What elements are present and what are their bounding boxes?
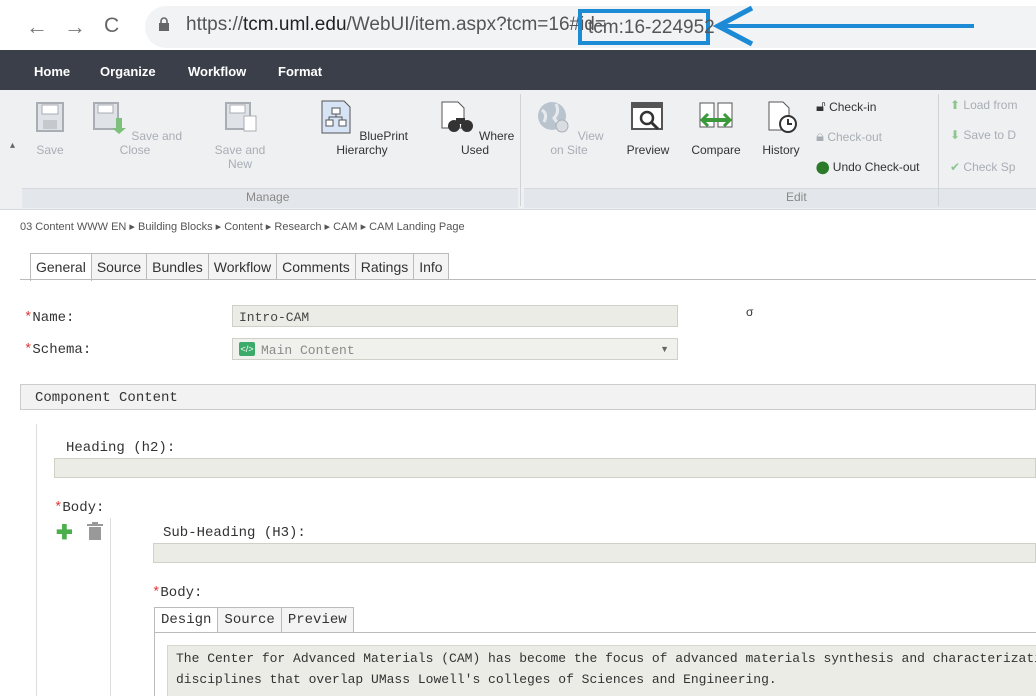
section-title: Component Content bbox=[35, 390, 178, 406]
edit-group-label: Edit bbox=[786, 190, 807, 204]
save-button[interactable]: Save bbox=[30, 100, 70, 157]
check-in-label: Check-in bbox=[829, 100, 877, 114]
save-close-button[interactable]: Save and Close bbox=[80, 100, 190, 157]
tab-workflow[interactable]: Workflow bbox=[188, 64, 246, 79]
tab-info[interactable]: Info bbox=[413, 253, 449, 280]
tab-home[interactable]: Home bbox=[34, 64, 70, 79]
name-field[interactable]: Intro-CAM bbox=[232, 305, 678, 327]
undo-check-out-label: Undo Check-out bbox=[832, 160, 920, 174]
schema-value: Main Content bbox=[261, 343, 355, 358]
tab-organize[interactable]: Organize bbox=[100, 64, 156, 79]
trash-icon[interactable] bbox=[87, 522, 103, 540]
lock-icon bbox=[159, 17, 169, 31]
form-tab-bar: General Source Bundles Workflow Comments… bbox=[30, 253, 449, 281]
manage-group-label: Manage bbox=[246, 190, 290, 204]
tab-editor-preview[interactable]: Preview bbox=[280, 607, 354, 633]
check-out-label: Check-out bbox=[827, 130, 883, 144]
check-spelling-button[interactable]: ✔ Check Sp bbox=[950, 160, 1015, 174]
check-out-button[interactable]: 🔒︎ Check-out bbox=[816, 128, 882, 145]
save-new-button[interactable]: Save and New bbox=[205, 100, 275, 171]
history-icon bbox=[768, 101, 797, 133]
undo-check-out-icon: ⬤ bbox=[816, 160, 830, 174]
schema-select[interactable]: </> Main Content ▼ bbox=[232, 338, 678, 360]
compare-icon bbox=[699, 102, 733, 128]
check-spelling-label: Check Sp bbox=[963, 160, 1016, 174]
preview-label: Preview bbox=[626, 143, 670, 157]
subheading-label: Sub-Heading (H3): bbox=[163, 525, 306, 541]
edit-group-bar bbox=[524, 188, 1036, 208]
rich-text-editor: The Center for Advanced Materials (CAM) … bbox=[154, 632, 1036, 696]
editor-content-area[interactable]: The Center for Advanced Materials (CAM) … bbox=[167, 645, 1036, 696]
lock-icon: 🔒︎ bbox=[816, 128, 824, 145]
tab-bundles[interactable]: Bundles bbox=[146, 253, 209, 280]
reload-icon[interactable]: C bbox=[104, 14, 119, 38]
preview-button[interactable]: Preview bbox=[620, 100, 676, 157]
load-from-label: Load from bbox=[963, 98, 1018, 112]
schema-icon: </> bbox=[239, 342, 255, 356]
url-highlight-box: tcm:16-224952 bbox=[578, 9, 715, 45]
globe-icon bbox=[538, 102, 569, 133]
save-new-label-2: New bbox=[227, 157, 252, 171]
breadcrumb[interactable]: 03 Content WWW EN ▸ Building Blocks ▸ Co… bbox=[20, 220, 465, 233]
name-label: *Name: bbox=[24, 310, 75, 326]
callout-arrow-icon bbox=[712, 5, 974, 47]
tab-general[interactable]: General bbox=[30, 253, 92, 281]
spellcheck-icon: ✔ bbox=[950, 160, 961, 174]
body-label: *Body: bbox=[54, 500, 105, 516]
editor-line: disciplines that overlap UMass Lowell's … bbox=[176, 672, 777, 687]
lock-open-icon: 🔓︎ bbox=[816, 98, 826, 115]
tab-ratings[interactable]: Ratings bbox=[354, 253, 415, 280]
undo-check-out-button[interactable]: ⬤ Undo Check-out bbox=[816, 160, 920, 174]
heading-label: Heading (h2): bbox=[66, 440, 176, 456]
ribbon-tab-bar: Home Organize Workflow Format bbox=[0, 50, 1036, 90]
save-icon bbox=[36, 102, 64, 132]
editor-line: The Center for Advanced Materials (CAM) … bbox=[176, 651, 1036, 666]
compare-label: Compare bbox=[691, 143, 741, 157]
save-to-button[interactable]: ⬇ Save to D bbox=[950, 128, 1016, 142]
component-content-header[interactable]: Component Content bbox=[20, 384, 1036, 410]
save-close-icon bbox=[92, 102, 126, 134]
save-new-label-1: Save and bbox=[214, 143, 266, 157]
compare-button[interactable]: Compare bbox=[684, 100, 748, 157]
collapse-icon[interactable]: ▴ bbox=[10, 140, 15, 151]
tab-divider bbox=[20, 279, 1036, 280]
subheading-field[interactable] bbox=[153, 543, 1036, 563]
forward-arrow-icon[interactable]: → bbox=[64, 14, 86, 40]
tab-comments[interactable]: Comments bbox=[276, 253, 356, 280]
add-icon[interactable]: ✚ bbox=[56, 520, 73, 545]
editor-tab-bar: Design Source Preview bbox=[154, 607, 354, 633]
history-label: History bbox=[762, 143, 800, 157]
schema-label: *Schema: bbox=[24, 342, 92, 358]
view-on-site-button[interactable]: View on Site bbox=[528, 100, 610, 157]
heading-field[interactable] bbox=[54, 458, 1036, 478]
name-value: Intro-CAM bbox=[239, 310, 310, 325]
back-arrow-icon[interactable]: ← bbox=[26, 14, 48, 40]
load-icon: ⬆ bbox=[950, 98, 961, 112]
tab-format[interactable]: Format bbox=[278, 64, 322, 79]
url-text: https://tcm.uml.edu/WebUI/item.aspx?tcm=… bbox=[186, 14, 606, 35]
save-to-icon: ⬇ bbox=[950, 128, 961, 142]
check-in-button[interactable]: 🔓︎ Check-in bbox=[816, 98, 876, 115]
item-id-text: tcm:16-224952 bbox=[588, 17, 715, 38]
save-to-label: Save to D bbox=[963, 128, 1017, 142]
where-used-button[interactable]: Where Used bbox=[432, 100, 518, 157]
tab-design[interactable]: Design bbox=[154, 607, 219, 633]
preview-icon bbox=[631, 102, 663, 131]
ribbon-separator bbox=[520, 94, 521, 206]
blueprint-hierarchy-button[interactable]: BluePrint Hierarchy bbox=[298, 100, 426, 157]
chevron-down-icon[interactable]: ▼ bbox=[660, 344, 669, 354]
save-label: Save bbox=[36, 143, 64, 157]
save-new-icon bbox=[225, 102, 257, 132]
blueprint-icon bbox=[321, 100, 351, 134]
tab-editor-source[interactable]: Source bbox=[217, 607, 282, 633]
tab-workflow[interactable]: Workflow bbox=[207, 253, 278, 280]
tab-source[interactable]: Source bbox=[90, 253, 148, 280]
info-mark: σ bbox=[746, 305, 754, 319]
save-close-label: Save and Close bbox=[119, 129, 183, 157]
inner-body-label: *Body: bbox=[152, 585, 203, 601]
binoculars-icon bbox=[441, 101, 473, 132]
ribbon-separator bbox=[938, 94, 939, 206]
history-button[interactable]: History bbox=[754, 100, 808, 157]
load-from-button[interactable]: ⬆ Load from bbox=[950, 98, 1017, 112]
